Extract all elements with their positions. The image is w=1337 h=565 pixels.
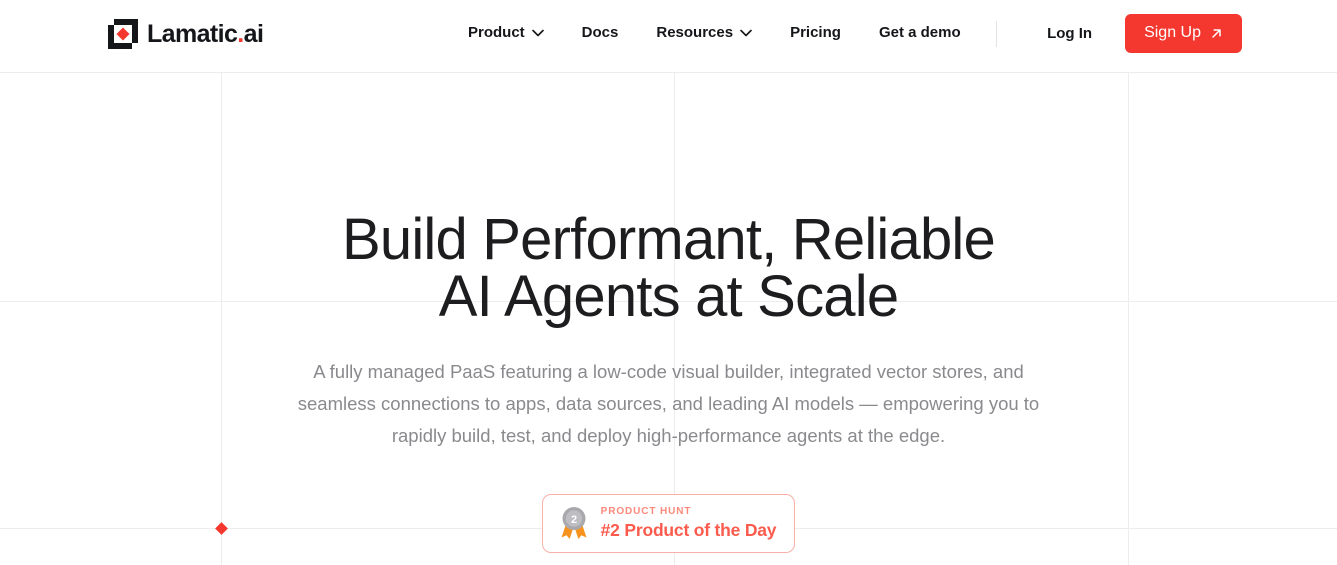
sign-up-button[interactable]: Sign Up — [1125, 14, 1242, 53]
page-title: Build Performant, Reliable AI Agents at … — [342, 207, 996, 329]
hero-section: Build Performant, Reliable AI Agents at … — [0, 73, 1337, 565]
nav-item-resources[interactable]: Resources — [656, 22, 752, 44]
nav-label-pricing: Pricing — [790, 24, 841, 41]
arrow-up-right-icon — [1212, 28, 1221, 38]
auth-actions: Log In Sign Up — [996, 14, 1242, 53]
brand-logo[interactable]: Lamatic.ai — [107, 18, 264, 50]
landing-page: Lamatic.ai Product Docs Resources Pricin… — [0, 0, 1337, 565]
nav-label-resources: Resources — [656, 24, 734, 41]
svg-text:2: 2 — [571, 514, 577, 526]
nav-item-pricing[interactable]: Pricing — [790, 22, 841, 44]
sign-up-label: Sign Up — [1144, 24, 1201, 41]
hero-subheading: A fully managed PaaS featuring a low-cod… — [297, 361, 1040, 446]
brand-suffix: ai — [243, 20, 264, 48]
log-in-button[interactable]: Log In — [1047, 24, 1092, 44]
nav-label-get-a-demo: Get a demo — [878, 24, 961, 41]
product-hunt-kicker: PRODUCT HUNT — [600, 506, 692, 517]
nav-label-product: Product — [468, 24, 525, 41]
nav-item-product[interactable]: Product — [468, 22, 544, 44]
product-hunt-badge[interactable]: 2 PRODUCT HUNT #2 Product of the Day — [541, 494, 796, 553]
main-navigation: Product Docs Resources Pricing Get a dem… — [468, 22, 961, 44]
product-hunt-title: #2 Product of the Day — [600, 520, 777, 540]
nav-label-docs: Docs — [581, 24, 619, 41]
site-header: Lamatic.ai Product Docs Resources Pricin… — [0, 0, 1337, 73]
medal-ribbon-icon: 2 — [561, 507, 587, 539]
nav-item-docs[interactable]: Docs — [582, 22, 619, 44]
brand-name: Lamatic.ai — [147, 20, 264, 48]
chevron-down-icon — [740, 29, 752, 37]
product-hunt-text: PRODUCT HUNT #2 Product of the Day — [601, 505, 777, 541]
header-divider — [996, 20, 998, 47]
lamatic-diamond-logo-icon — [108, 19, 138, 49]
nav-item-get-a-demo[interactable]: Get a demo — [879, 22, 961, 44]
chevron-down-icon — [531, 29, 544, 37]
